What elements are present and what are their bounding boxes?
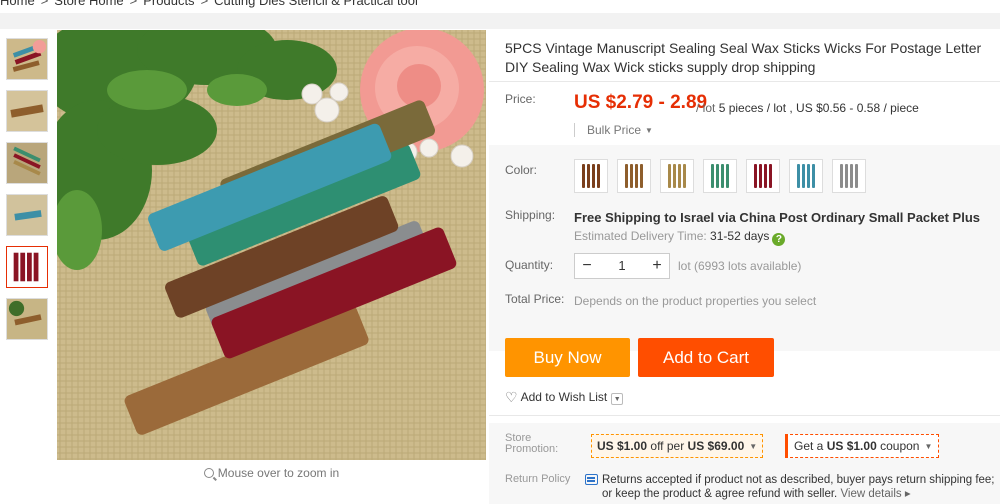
thumbnail-2[interactable]	[6, 90, 48, 132]
swatch-image	[625, 164, 643, 188]
per-lot: / lot	[696, 101, 716, 115]
swatch-image	[754, 164, 772, 188]
return-policy-label: Return Policy	[505, 473, 571, 485]
product-info-panel: 5PCS Vintage Manuscript Sealing Seal Wax…	[489, 30, 1000, 504]
color-swatch-silver[interactable]	[832, 159, 866, 193]
coupon-prefix: Get a	[794, 439, 824, 453]
thumbnail-6[interactable]	[6, 298, 48, 340]
heart-icon: ♡	[505, 389, 518, 405]
quantity-decrease-button[interactable]: −	[575, 254, 599, 278]
delivery-estimate: Estimated Delivery Time: 31-52 days?	[574, 229, 786, 246]
breadcrumb-category[interactable]: Cutting Dies Stencil & Practical tool	[214, 0, 418, 8]
view-details-link[interactable]: View details ▸	[840, 488, 910, 500]
return-policy-body: Returns accepted if product not as descr…	[602, 474, 995, 500]
breadcrumb-bar	[0, 13, 1000, 29]
chevron-down-icon[interactable]: ▼	[611, 393, 624, 405]
price-range: US $2.79 - 2.89	[574, 92, 708, 113]
breadcrumb: Home > Store Home > Products > Cutting Dies St…	[0, 0, 418, 11]
add-to-wish-list[interactable]: ♡ Add to Wish List ▼	[505, 389, 624, 406]
color-swatch-brown[interactable]	[574, 159, 608, 193]
breadcrumb-separator: >	[129, 0, 138, 8]
zoom-hint-text: Mouse over to zoom in	[217, 466, 340, 480]
coupon-amount: US $1.00	[826, 439, 877, 453]
color-swatch-green[interactable]	[703, 159, 737, 193]
quantity-label: Quantity:	[505, 258, 554, 272]
estimate-days: 31-52 days	[710, 229, 770, 243]
total-price-label: Total Price:	[505, 292, 565, 306]
total-price-value: Depends on the product properties you se…	[574, 294, 817, 308]
add-to-cart-button[interactable]: Add to Cart	[638, 338, 774, 377]
color-swatches	[574, 159, 875, 193]
thumbnail-5[interactable]	[6, 246, 48, 288]
thumbnail-3[interactable]	[6, 142, 48, 184]
offer-mid: off per	[650, 439, 685, 453]
breadcrumb-separator: >	[40, 0, 49, 8]
coupon-suffix: coupon	[880, 439, 920, 453]
store-promotion-label: Store Promotion:	[505, 432, 559, 455]
lot-detail: 5 pieces / lot , US $0.56 - 0.58 / piece	[718, 101, 919, 115]
offer-threshold: US $69.00	[687, 439, 745, 453]
chevron-down-icon: ▼	[749, 442, 758, 451]
color-swatch-gold[interactable]	[660, 159, 694, 193]
quantity-input[interactable]: 1	[599, 254, 645, 278]
divider	[489, 81, 1000, 82]
quantity-increase-button[interactable]: +	[645, 254, 669, 278]
shipping-method[interactable]: Free Shipping to Israel via China Post O…	[574, 210, 980, 225]
color-label: Color:	[505, 163, 538, 177]
chevron-down-icon: ▼	[924, 442, 933, 451]
buy-now-button[interactable]: Buy Now	[505, 338, 630, 377]
bulk-price-label: Bulk Price	[587, 123, 642, 137]
magnifier-icon	[203, 468, 214, 478]
quantity-stepper: − 1 +	[574, 253, 670, 279]
quantity-availability: lot (6993 lots available)	[678, 259, 802, 273]
divider	[489, 415, 1000, 416]
swatch-image	[711, 164, 729, 188]
product-title: 5PCS Vintage Manuscript Sealing Seal Wax…	[505, 40, 982, 75]
color-swatch-teal[interactable]	[789, 159, 823, 193]
swatch-image	[840, 164, 858, 188]
bulk-price-toggle[interactable]: Bulk Price ▼	[574, 123, 653, 137]
chevron-down-icon: ▼	[645, 126, 653, 135]
return-policy-icon	[585, 474, 598, 485]
thumbnail-list	[6, 38, 50, 350]
offer-amount: US $1.00	[597, 439, 648, 453]
shipping-label: Shipping:	[505, 208, 556, 222]
breadcrumb-home[interactable]: Home	[0, 0, 35, 8]
thumbnail-1[interactable]	[6, 38, 48, 80]
swatch-image	[582, 164, 600, 188]
return-policy-text: Returns accepted if product not as descr…	[602, 473, 997, 501]
breadcrumb-store-home[interactable]: Store Home	[54, 0, 123, 8]
swatch-image	[668, 164, 686, 188]
color-swatch-bronze[interactable]	[617, 159, 651, 193]
store-coupon-badge[interactable]: Get a US $1.00 coupon ▼	[785, 434, 940, 458]
swatch-image	[797, 164, 815, 188]
price-unit: / lot 5 pieces / lot , US $0.56 - 0.58 /…	[696, 101, 919, 115]
store-discount-badge[interactable]: US $1.00 off per US $69.00 ▼	[591, 434, 764, 458]
thumbnail-4[interactable]	[6, 194, 48, 236]
breadcrumb-products[interactable]: Products	[143, 0, 194, 8]
help-icon[interactable]: ?	[772, 233, 786, 246]
estimate-label: Estimated Delivery Time:	[574, 229, 707, 243]
main-product-image[interactable]	[57, 30, 486, 460]
zoom-hint: Mouse over to zoom in	[57, 466, 486, 480]
price-label: Price:	[505, 92, 536, 106]
breadcrumb-separator: >	[200, 0, 209, 8]
color-swatch-burgundy[interactable]	[746, 159, 780, 193]
wish-list-label: Add to Wish List	[520, 390, 608, 404]
